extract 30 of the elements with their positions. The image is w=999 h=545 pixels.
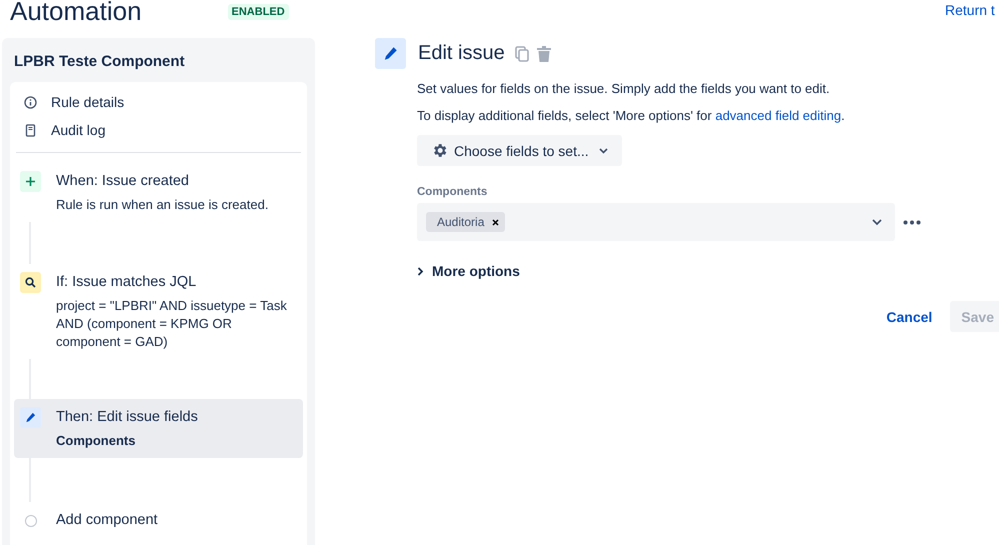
field-label: Components bbox=[417, 186, 488, 198]
empty-step-dot bbox=[25, 515, 37, 527]
rule-name: LPBR Teste Component bbox=[13, 52, 186, 72]
chevron-icon bbox=[417, 266, 424, 276]
hint-text: To display additional fields, select 'More options' for advanced field editing. bbox=[417, 108, 846, 123]
components-select[interactable]: Auditoria bbox=[417, 203, 895, 241]
pencil-icon bbox=[25, 412, 36, 423]
cancel-button[interactable]: Cancel bbox=[880, 302, 938, 330]
chevron-down-icon bbox=[872, 218, 882, 226]
page-title: Automation bbox=[10, 0, 142, 28]
remove-icon[interactable] bbox=[492, 218, 500, 226]
info-icon bbox=[24, 96, 37, 108]
status-lozenge: ENABLED bbox=[228, 4, 289, 20]
settings-icon bbox=[431, 142, 448, 159]
selected-step[interactable]: Then: Edit issue fields Components bbox=[14, 399, 303, 458]
component-tag: Auditoria bbox=[426, 212, 506, 232]
advanced-editing-link[interactable]: advanced field editing bbox=[715, 108, 842, 123]
pencil-icon bbox=[383, 46, 398, 61]
choose-fields-button[interactable]: Choose fields to set... bbox=[417, 135, 622, 166]
return-link[interactable]: Return t bbox=[945, 2, 999, 18]
search-icon bbox=[25, 277, 36, 288]
document-icon bbox=[24, 124, 37, 136]
more-icon[interactable] bbox=[903, 220, 921, 224]
more-options-toggle[interactable]: More options bbox=[417, 263, 520, 279]
chevron-down-icon bbox=[598, 148, 608, 154]
description-text: Set values for fields on the issue. Simply add the fields you want to edit. bbox=[417, 81, 831, 96]
plus-icon bbox=[26, 177, 35, 186]
panel-title: Edit issue bbox=[418, 42, 505, 65]
nav-link[interactable]: Rule details bbox=[51, 94, 124, 110]
nav-link[interactable]: Audit log bbox=[51, 122, 106, 138]
